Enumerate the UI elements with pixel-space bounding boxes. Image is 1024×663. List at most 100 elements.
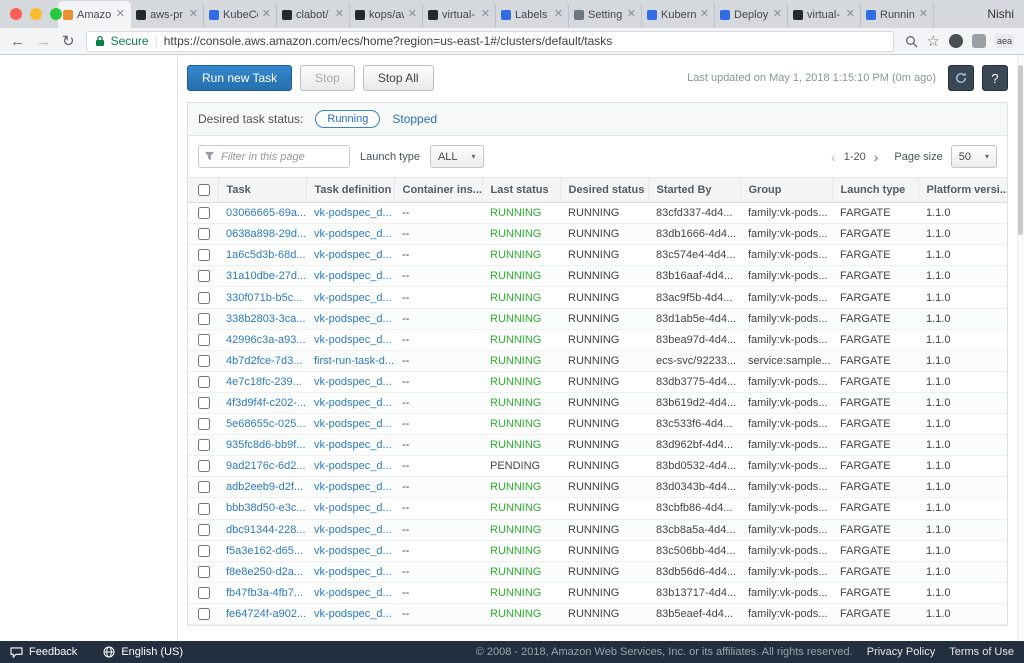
table-row[interactable]: 0638a898-29d... vk-podspec_d... -- RUNNI… <box>188 223 1007 246</box>
table-row[interactable]: 4f3d9f4f-c202-... vk-podspec_d... -- RUN… <box>188 392 1007 415</box>
task-definition-link[interactable]: vk-podspec_d... <box>314 397 392 409</box>
privacy-policy-link[interactable]: Privacy Policy <box>867 646 935 658</box>
table-row[interactable]: 9ad2176c-6d2... vk-podspec_d... -- PENDI… <box>188 455 1007 478</box>
tab-close-icon[interactable]: ✕ <box>335 9 344 20</box>
table-row[interactable]: 31a10dbe-27d... vk-podspec_d... -- RUNNI… <box>188 265 1007 288</box>
task-link[interactable]: f5a3e162-d65... <box>226 545 303 557</box>
task-link[interactable]: fb47fb3a-4fb7... <box>226 587 303 599</box>
stop-all-button[interactable]: Stop All <box>362 65 434 91</box>
table-row[interactable]: 42996c3a-a93... vk-podspec_d... -- RUNNI… <box>188 329 1007 351</box>
tab-close-icon[interactable]: ✕ <box>116 9 125 20</box>
task-definition-link[interactable]: vk-podspec_d... <box>314 587 392 599</box>
extension-icon[interactable] <box>948 34 963 48</box>
minimize-window-button[interactable] <box>30 8 42 20</box>
row-checkbox[interactable] <box>198 460 210 473</box>
table-row[interactable]: f8e8e250-d2a... vk-podspec_d... -- RUNNI… <box>188 561 1007 583</box>
table-row[interactable]: 935fc8d6-bb9f... vk-podspec_d... -- RUNN… <box>188 434 1007 457</box>
close-window-button[interactable] <box>10 8 22 20</box>
bookmark-star-icon[interactable]: ☆ <box>927 34 940 49</box>
stop-button[interactable]: Stop <box>300 65 355 91</box>
browser-tab[interactable]: Labels ✕ <box>496 1 569 28</box>
task-definition-link[interactable]: vk-podspec_d... <box>314 460 392 472</box>
prev-page-icon[interactable]: ‹ <box>831 150 836 164</box>
task-definition-link[interactable]: vk-podspec_d... <box>314 502 392 514</box>
column-header[interactable]: Group <box>740 178 833 204</box>
task-link[interactable]: 4e7c18fc-239... <box>226 376 302 388</box>
task-definition-link[interactable]: vk-podspec_d... <box>314 207 392 219</box>
task-link[interactable]: dbc91344-228... <box>226 524 306 536</box>
task-link[interactable]: 935fc8d6-bb9f... <box>226 439 306 451</box>
task-link[interactable]: 42996c3a-a93... <box>226 334 306 346</box>
filter-input[interactable] <box>198 145 350 168</box>
run-new-task-button[interactable]: Run new Task <box>187 65 293 91</box>
tab-close-icon[interactable]: ✕ <box>262 9 271 20</box>
next-page-icon[interactable]: › <box>874 150 879 164</box>
browser-tab[interactable]: virtual- ✕ <box>423 1 496 28</box>
row-checkbox[interactable] <box>198 439 210 452</box>
task-definition-link[interactable]: vk-podspec_d... <box>314 524 392 536</box>
table-row[interactable]: 5e68655c-025... vk-podspec_d... -- RUNNI… <box>188 413 1007 436</box>
fullscreen-window-button[interactable] <box>50 8 62 20</box>
table-row[interactable]: dbc91344-228... vk-podspec_d... -- RUNNI… <box>188 519 1007 541</box>
row-checkbox[interactable] <box>198 228 210 241</box>
page-size-select[interactable]: 50 ▾ <box>950 145 997 168</box>
browser-profile-name[interactable]: Nishi <box>987 7 1014 21</box>
browser-tab[interactable]: clabot/ ✕ <box>277 1 350 28</box>
language-selector[interactable]: English (US) <box>103 646 183 658</box>
task-link[interactable]: 0638a898-29d... <box>226 228 306 240</box>
task-link[interactable]: f8e8e250-d2a... <box>226 566 303 578</box>
url-omnibox[interactable]: Secure | https://console.aws.amazon.com/… <box>85 30 894 52</box>
row-checkbox[interactable] <box>198 586 210 599</box>
column-header[interactable]: Container ins... <box>394 178 483 204</box>
forward-icon[interactable]: → <box>36 34 51 49</box>
task-definition-link[interactable]: vk-podspec_d... <box>314 608 392 620</box>
row-checkbox[interactable] <box>198 312 210 325</box>
task-link[interactable]: adb2eeb9-d2f... <box>226 481 303 493</box>
browser-tab[interactable]: virtual- ✕ <box>788 1 861 28</box>
extension-icon[interactable] <box>971 34 986 48</box>
feedback-button[interactable]: Feedback <box>10 646 77 658</box>
row-checkbox[interactable] <box>198 418 210 431</box>
row-checkbox[interactable] <box>198 291 210 304</box>
table-row[interactable]: adb2eeb9-d2f... vk-podspec_d... -- RUNNI… <box>188 476 1007 499</box>
task-link[interactable]: 4f3d9f4f-c202-... <box>226 397 306 409</box>
scrollbar-thumb[interactable] <box>1018 65 1023 235</box>
row-checkbox[interactable] <box>198 502 210 515</box>
select-all-checkbox[interactable] <box>198 184 210 197</box>
row-checkbox[interactable] <box>198 375 210 388</box>
tab-close-icon[interactable]: ✕ <box>627 9 636 20</box>
task-link[interactable]: 03066665-69a... <box>226 207 306 219</box>
tab-close-icon[interactable]: ✕ <box>700 9 709 20</box>
task-link[interactable]: 31a10dbe-27d... <box>226 270 306 282</box>
row-checkbox[interactable] <box>198 523 210 536</box>
column-header[interactable]: Task definition <box>306 178 395 204</box>
table-row[interactable]: fb47fb3a-4fb7... vk-podspec_d... -- RUNN… <box>188 582 1007 604</box>
table-row[interactable]: 1a6c5d3b-68d... vk-podspec_d... -- RUNNI… <box>188 244 1007 267</box>
row-checkbox[interactable] <box>198 249 210 262</box>
table-row[interactable]: 338b2803-3ca... vk-podspec_d... -- RUNNI… <box>188 308 1007 330</box>
table-row[interactable]: fe64724f-a902... vk-podspec_d... -- RUNN… <box>188 603 1007 625</box>
column-header[interactable]: Last status <box>482 178 561 204</box>
task-link[interactable]: bbb38d50-e3c... <box>226 502 306 514</box>
browser-tab[interactable]: kops/aw ✕ <box>350 1 423 28</box>
table-row[interactable]: f5a3e162-d65... vk-podspec_d... -- RUNNI… <box>188 540 1007 562</box>
task-definition-link[interactable]: vk-podspec_d... <box>314 313 392 325</box>
refresh-button[interactable] <box>948 65 974 91</box>
task-link[interactable]: 330f071b-b5c... <box>226 292 302 304</box>
column-header[interactable]: Started By <box>648 178 741 204</box>
tab-close-icon[interactable]: ✕ <box>773 9 782 20</box>
task-link[interactable]: 338b2803-3ca... <box>226 313 306 325</box>
browser-tab[interactable]: Kubern ✕ <box>642 1 715 28</box>
task-link[interactable]: fe64724f-a902... <box>226 608 306 620</box>
page-scrollbar[interactable] <box>1017 55 1024 641</box>
column-header[interactable]: Task <box>218 178 307 204</box>
row-checkbox[interactable] <box>198 544 210 557</box>
row-checkbox[interactable] <box>198 354 210 367</box>
browser-tab[interactable]: Deploy ✕ <box>715 1 788 28</box>
table-row[interactable]: 4b7d2fce-7d3... first-run-task-d... -- R… <box>188 350 1007 372</box>
task-definition-link[interactable]: vk-podspec_d... <box>314 566 392 578</box>
browser-tab[interactable]: KubeCo ✕ <box>204 1 277 28</box>
task-definition-link[interactable]: vk-podspec_d... <box>314 228 392 240</box>
zoom-icon[interactable] <box>905 35 918 48</box>
task-definition-link[interactable]: vk-podspec_d... <box>314 376 392 388</box>
